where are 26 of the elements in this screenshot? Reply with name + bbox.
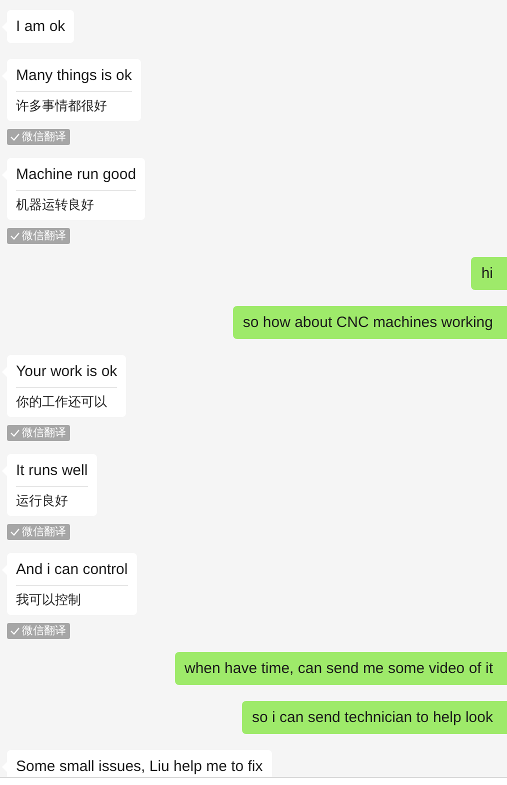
message-text: Machine run good — [16, 165, 136, 185]
check-icon — [10, 232, 20, 240]
message-text: And i can control — [16, 560, 128, 580]
translation-label: 微信翻译 — [22, 130, 66, 145]
translation-text: 运行良好 — [16, 486, 88, 510]
translation-label: 微信翻译 — [22, 525, 66, 540]
message-text: so how about CNC machines working — [242, 313, 493, 333]
message-text: so i can send technician to help look — [252, 708, 493, 728]
check-icon — [10, 528, 20, 536]
translation-text: 我可以控制 — [16, 585, 128, 609]
translation-text: 你的工作还可以 — [16, 387, 118, 411]
translation-label: 微信翻译 — [22, 229, 66, 244]
check-icon — [10, 627, 20, 635]
check-icon — [10, 429, 20, 437]
message-text: Some small issues, Liu help me to fix — [16, 757, 263, 777]
check-icon — [10, 133, 20, 141]
translation-text: 许多事情都很好 — [16, 91, 132, 115]
translation-label: 微信翻译 — [22, 426, 66, 441]
message-text: It runs well — [16, 461, 88, 481]
message-text: I am ok — [16, 17, 66, 37]
message-text: Many things is ok — [16, 66, 132, 86]
message-text: hi — [481, 264, 493, 284]
message-text: when have time, can send me some video of it — [184, 659, 493, 679]
translation-text: 机器运转良好 — [16, 190, 136, 214]
translation-label: 微信翻译 — [22, 624, 66, 639]
message-text: Your work is ok — [16, 362, 118, 382]
